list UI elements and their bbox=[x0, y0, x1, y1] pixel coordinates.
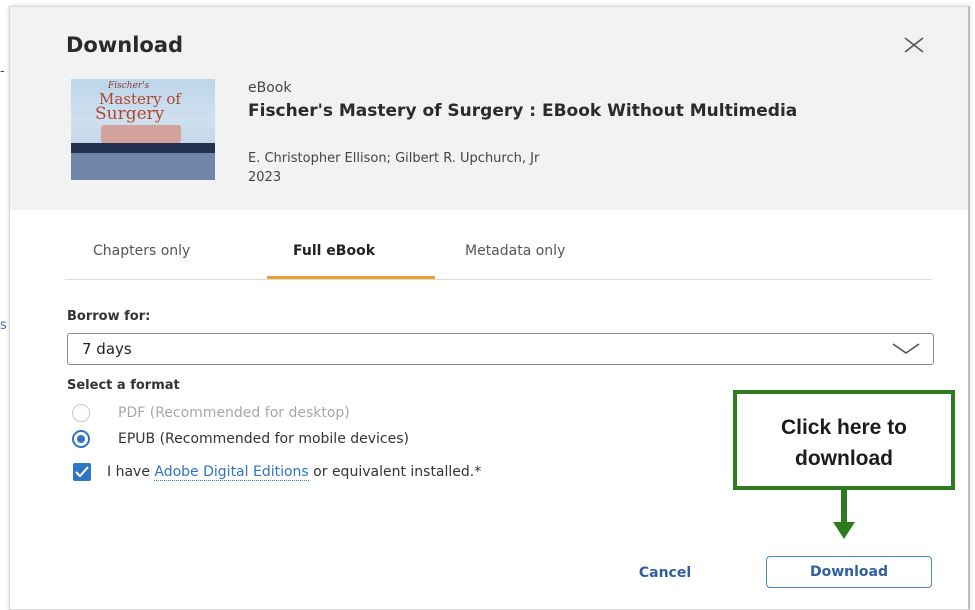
callout-arrow-shaft bbox=[841, 490, 847, 524]
book-title: Fischer's Mastery of Surgery : EBook Wit… bbox=[248, 101, 798, 121]
book-authors: E. Christopher Ellison; Gilbert R. Upchu… bbox=[248, 151, 540, 166]
dialog-title: Download bbox=[66, 33, 184, 57]
callout-text: Click here to download bbox=[737, 412, 951, 474]
cancel-button[interactable]: Cancel bbox=[620, 557, 710, 589]
background-link-fragment: s bbox=[0, 318, 7, 333]
cover-artwork bbox=[101, 125, 181, 143]
download-button[interactable]: Download bbox=[766, 556, 932, 588]
book-year: 2023 bbox=[248, 170, 282, 185]
tab-chapters-only[interactable]: Chapters only bbox=[93, 243, 190, 259]
background-fragment: - bbox=[0, 64, 5, 79]
book-type: eBook bbox=[248, 80, 292, 96]
download-dialog: Download Fischer's Mastery of Surgery eB… bbox=[9, 6, 970, 610]
format-option-label: PDF (Recommended for desktop) bbox=[118, 405, 350, 421]
agreement-text: I have Adobe Digital Editions or equival… bbox=[107, 464, 482, 481]
active-tab-indicator bbox=[267, 276, 435, 279]
dialog-header: Download Fischer's Mastery of Surgery eB… bbox=[10, 7, 968, 210]
agreement-checkbox[interactable] bbox=[73, 463, 91, 481]
cover-band bbox=[71, 143, 215, 153]
tab-full-ebook[interactable]: Full eBook bbox=[293, 243, 375, 259]
book-cover: Fischer's Mastery of Surgery bbox=[71, 79, 215, 180]
checkmark-icon bbox=[75, 466, 89, 478]
format-label: Select a format bbox=[67, 378, 180, 393]
download-type-tabs: Chapters only Full eBook Metadata only bbox=[65, 227, 932, 280]
callout-line1: Click here to bbox=[780, 416, 908, 439]
agreement-suffix: or equivalent installed.* bbox=[308, 464, 482, 480]
adobe-digital-editions-link[interactable]: Adobe Digital Editions bbox=[154, 464, 309, 481]
instruction-callout: Click here to download bbox=[733, 390, 955, 490]
agreement-prefix: I have bbox=[107, 464, 155, 480]
close-icon[interactable] bbox=[901, 32, 927, 58]
tab-metadata-only[interactable]: Metadata only bbox=[465, 243, 565, 259]
chevron-down-icon bbox=[892, 343, 920, 354]
radio-pdf[interactable] bbox=[72, 404, 90, 422]
borrow-period-select[interactable]: 7 days bbox=[67, 333, 934, 365]
borrow-period-value: 7 days bbox=[82, 340, 132, 358]
cover-title-line2: Surgery bbox=[95, 104, 165, 124]
format-option-label: EPUB (Recommended for mobile devices) bbox=[118, 431, 409, 447]
borrow-label: Borrow for: bbox=[67, 309, 151, 324]
cover-bottom bbox=[71, 153, 215, 180]
radio-epub[interactable] bbox=[72, 430, 90, 448]
callout-arrow-head bbox=[833, 522, 855, 539]
callout-line2: download bbox=[795, 447, 893, 470]
